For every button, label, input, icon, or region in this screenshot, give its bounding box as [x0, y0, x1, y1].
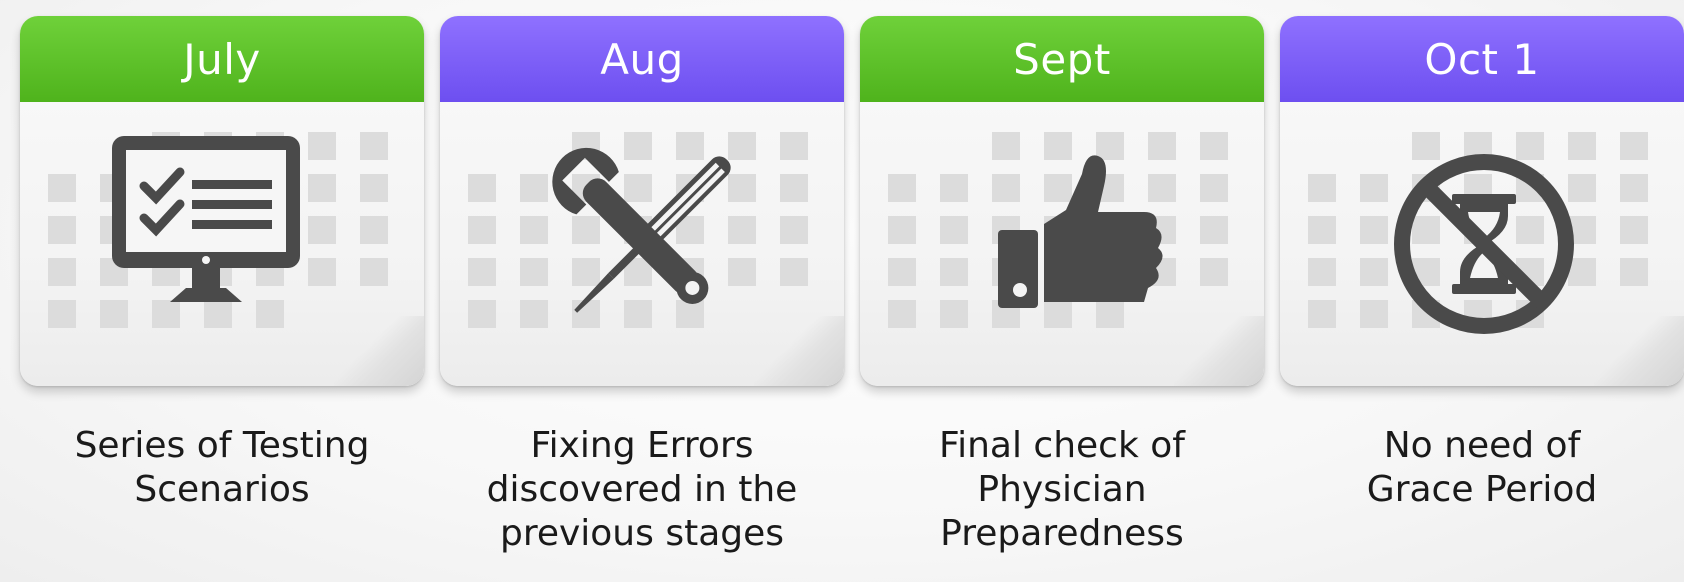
milestone-description: Fixing Errors discovered in the previous… — [486, 425, 798, 554]
milestone-description: No need of Grace Period — [1366, 425, 1598, 510]
calendar-page: Aug — [440, 16, 844, 386]
month-header: Aug — [440, 16, 844, 102]
monitor-checklist-icon — [112, 136, 300, 302]
milestone-card-sept: Sept — [856, 16, 1268, 386]
calendar-page: July — [20, 16, 424, 386]
milestone-card-aug: Aug — [436, 16, 848, 386]
milestone-description: Series of Testing Scenarios — [74, 425, 370, 510]
milestone-description: Final check of Physician Preparedness — [939, 425, 1185, 554]
calendar-page: Oct 1 — [1280, 16, 1684, 386]
thumbs-up-icon — [998, 155, 1163, 308]
milestone-card-july: July — [16, 16, 428, 386]
month-header: Oct 1 — [1280, 16, 1684, 102]
no-hourglass-icon — [1394, 154, 1574, 334]
wrench-screwdriver-icon — [552, 147, 731, 313]
milestone-card-oct-1: Oct 1 — [1276, 16, 1684, 386]
month-header: July — [20, 16, 424, 102]
calendar-page: Sept — [860, 16, 1264, 386]
timeline: July Aug Sept Oct 1 Series of Testing Sc… — [0, 0, 1684, 582]
month-header: Sept — [860, 16, 1264, 102]
